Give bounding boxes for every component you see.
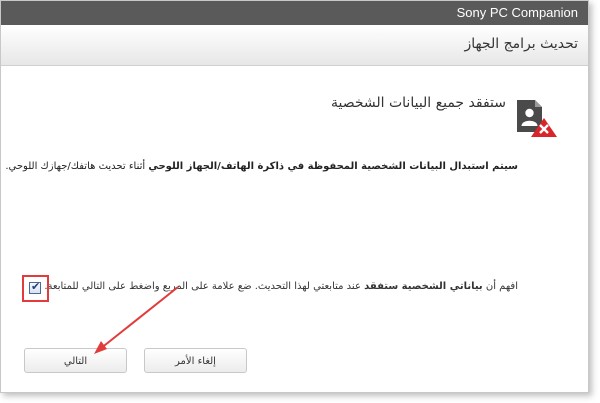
ack-part2: عند متابعتي لهذا التحديث. ضع علامة على ا… — [44, 281, 365, 292]
warning-heading: ستفقد جميع البيانات الشخصية — [330, 95, 506, 111]
app-title: Sony PC Companion — [456, 5, 578, 20]
header-band: تحديث برامج الجهاز — [1, 25, 588, 66]
checkbox-highlight: ✔ — [22, 275, 49, 302]
contact-delete-icon — [517, 100, 557, 137]
page-title: تحديث برامج الجهاز — [464, 36, 578, 52]
check-icon: ✔ — [31, 280, 41, 293]
warning-description: سيتم استبدال البيانات الشخصية المحفوظة ف… — [5, 161, 518, 172]
ack-bold: بياناتي الشخصية ستفقد — [364, 281, 483, 292]
cancel-button[interactable]: إلغاء الأمر — [144, 348, 247, 373]
ack-part1: افهم أن — [482, 281, 518, 292]
title-bar: Sony PC Companion — [1, 1, 588, 25]
description-text: أثناء تحديث هاتفك/جهازك اللوحي. — [5, 161, 149, 172]
companion-window: Sony PC Companion تحديث برامج الجهاز ستف… — [0, 0, 589, 393]
description-bold: سيتم استبدال البيانات الشخصية المحفوظة ف… — [148, 161, 518, 172]
acknowledgement-text: افهم أن بياناتي الشخصية ستفقد عند متابعت… — [44, 281, 518, 292]
acknowledge-checkbox[interactable]: ✔ — [29, 280, 41, 294]
next-button[interactable]: التالي — [24, 348, 127, 373]
